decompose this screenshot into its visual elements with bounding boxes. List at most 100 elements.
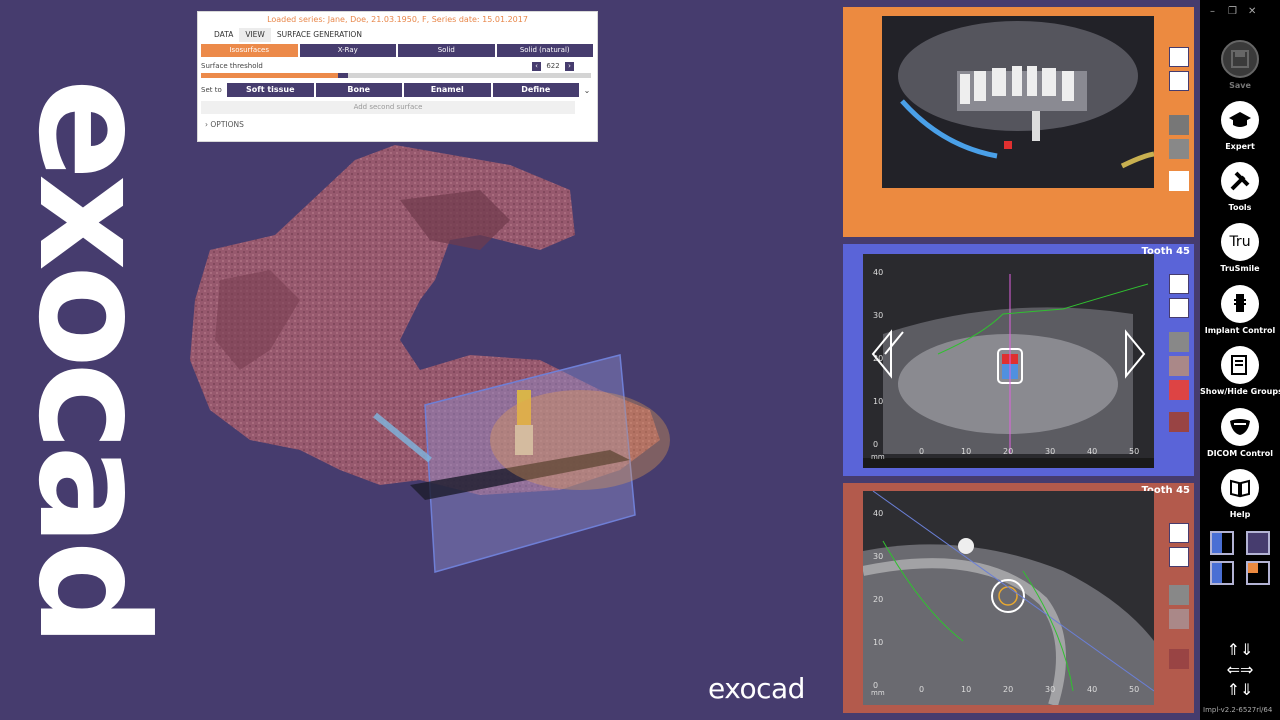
3d-skull-viewport[interactable] [180,140,680,580]
y-tick: 10 [873,397,884,406]
panoramic-xray-image [882,16,1154,188]
x-tick: 30 [1045,447,1056,456]
x-tick: 50 [1129,447,1140,456]
y-tick: 10 [873,638,884,647]
add-second-surface-button[interactable]: Add second surface [201,101,575,114]
set-to-row: Set to Soft tissue Bone Enamel Define ⌄ [201,83,593,97]
panoramic-viewport[interactable] [843,7,1194,237]
app-window: exocad Loaded series: Jane, Doe, 21.03.1… [0,0,1280,720]
implant-control-button[interactable]: Implant Control [1200,285,1280,335]
axial-viewport[interactable]: Tooth 45 0 10 20 30 40 50 40 30 20 10 0 … [843,483,1194,713]
x-tick: 50 [1129,685,1140,694]
bottom-brand-logo: exocad [708,672,805,705]
view-menu-icon[interactable] [1169,523,1189,543]
axis-unit: mm [871,689,885,697]
thumbnail-icon[interactable] [1169,332,1189,352]
dicom-icon [1221,408,1259,446]
expert-button[interactable]: Expert [1200,101,1280,151]
x-tick: 30 [1045,685,1056,694]
layout-toggle-icon[interactable] [1169,71,1189,91]
thumbnail-icon[interactable] [1169,585,1189,605]
jaw-icon[interactable] [1169,171,1189,191]
y-tick: 20 [873,595,884,604]
options-expander[interactable]: › OPTIONS [205,120,597,129]
panoramic-side-tools [1169,47,1189,195]
dicom-control-button[interactable]: DICOM Control [1200,408,1280,458]
thumbnail-icon[interactable] [1169,609,1189,629]
trusmile-button[interactable]: Tru TruSmile [1200,223,1280,273]
define-button[interactable]: Define [492,83,579,97]
threshold-slider[interactable] [201,73,591,78]
threshold-decrease-icon[interactable]: ‹ [532,62,541,71]
mode-isosurfaces-button[interactable]: Isosurfaces [201,44,298,57]
tab-surface-generation[interactable]: SURFACE GENERATION [271,28,368,42]
tools-icon [1221,162,1259,200]
layout-toggle-icon[interactable] [1169,298,1189,318]
x-tick: 20 [1003,685,1014,694]
tab-view[interactable]: VIEW [239,28,271,42]
soft-tissue-button[interactable]: Soft tissue [227,83,314,97]
layout-single-icon[interactable] [1246,531,1270,555]
threshold-slider-handle[interactable] [337,73,348,78]
layout-split-icon[interactable] [1210,561,1234,585]
tools-button[interactable]: Tools [1200,162,1280,212]
x-tick: 10 [961,447,972,456]
thumbnail-icon[interactable] [1169,139,1189,159]
trusmile-icon-text: Tru [1229,234,1251,250]
cross-section-image [863,254,1154,468]
tab-data[interactable]: DATA [208,28,239,42]
cross-section-side-tools [1169,274,1189,436]
navigation-arrows-icon[interactable]: ⇑⇓ ⇐⇒ ⇑⇓ [1218,640,1262,700]
cross-section-viewport[interactable]: Tooth 45 0 10 20 30 40 50 40 30 20 10 0 … [843,244,1194,476]
trusmile-icon: Tru [1221,223,1259,261]
tools-label: Tools [1228,203,1252,212]
view-menu-icon[interactable] [1169,274,1189,294]
thumbnail-icon[interactable] [1169,412,1189,432]
y-axis-ticks: 40 30 20 10 0 [873,268,887,468]
mode-solid-natural-button[interactable]: Solid (natural) [496,44,593,57]
implant-icon [1221,285,1259,323]
x-tick: 40 [1087,685,1098,694]
vertical-brand-logo: exocad [5,78,179,642]
thumbnail-icon[interactable] [1169,380,1189,400]
layout-toggle-icon[interactable] [1169,547,1189,567]
help-label: Help [1229,510,1251,519]
enamel-button[interactable]: Enamel [404,83,491,97]
help-book-icon [1221,469,1259,507]
save-button[interactable]: Save [1200,40,1280,90]
y-axis-ticks: 40 30 20 10 0 [873,509,887,709]
x-axis-ticks: 0 10 20 30 40 50 [891,447,1151,457]
y-tick: 0 [873,440,879,449]
mode-solid-button[interactable]: Solid [398,44,495,57]
loaded-series-title: Loaded series: Jane, Doe, 21.03.1950, F,… [267,15,528,24]
threshold-value[interactable]: 622 [543,59,563,73]
view-menu-icon[interactable] [1169,47,1189,67]
save-label: Save [1229,81,1251,90]
graduation-cap-icon [1221,101,1259,139]
bone-button[interactable]: Bone [315,83,402,97]
implant-control-label: Implant Control [1204,326,1276,335]
restore-icon[interactable]: ❐ [1228,6,1237,17]
layout-quad-icon[interactable] [1210,531,1234,555]
thumbnail-icon[interactable] [1169,115,1189,135]
layout-grid-icon[interactable] [1246,561,1270,585]
y-tick: 30 [873,552,884,561]
view-control-panel: Loaded series: Jane, Doe, 21.03.1950, F,… [197,11,598,142]
help-button[interactable]: Help [1200,469,1280,519]
x-tick: 10 [961,685,972,694]
minimize-icon[interactable]: – [1210,6,1215,17]
y-tick: 20 [873,354,884,363]
axial-slice-image [863,491,1154,705]
thumbnail-icon[interactable] [1169,356,1189,376]
close-icon[interactable]: ✕ [1248,6,1256,17]
x-tick: 0 [919,685,925,694]
thumbnail-icon[interactable] [1169,649,1189,669]
collapse-chevron-icon[interactable]: ⌄ [581,86,593,95]
x-axis-ticks: 0 10 20 30 40 50 [891,685,1151,695]
mode-xray-button[interactable]: X-Ray [299,44,396,57]
threshold-increase-icon[interactable]: › [565,62,574,71]
show-hide-groups-button[interactable]: Show/Hide Groups [1200,346,1280,396]
dicom-control-label: DICOM Control [1206,449,1274,458]
show-hide-groups-label: Show/Hide Groups [1200,387,1280,396]
orange-volume [490,390,670,490]
